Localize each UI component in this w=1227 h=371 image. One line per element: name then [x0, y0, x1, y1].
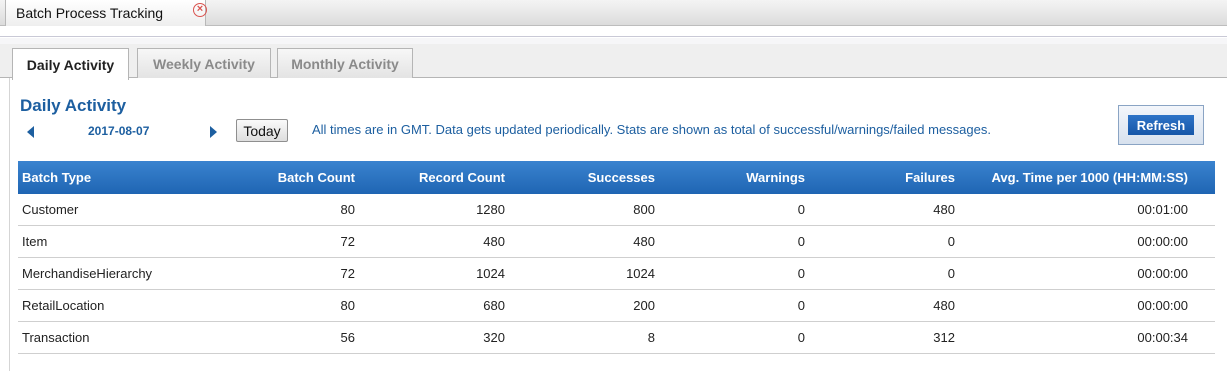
cell-record-count: 680	[483, 298, 505, 313]
current-date: 2017-08-07	[88, 124, 150, 138]
cell-warnings: 0	[797, 298, 805, 313]
column-header-failures[interactable]: Failures	[808, 170, 958, 185]
close-icon[interactable]: ×	[193, 3, 207, 17]
refresh-button-label: Refresh	[1128, 115, 1194, 135]
cell-failures: 0	[947, 266, 955, 281]
cell-successes: 8	[647, 330, 655, 345]
table-row[interactable]: Customer 80 1280 800 0 480 00:01:00	[18, 194, 1215, 226]
cell-avg-time: 00:00:00	[1137, 266, 1188, 281]
cell-avg-time: 00:00:00	[1137, 234, 1188, 249]
cell-warnings: 0	[797, 330, 805, 345]
document-tab-title: Batch Process Tracking	[16, 5, 164, 21]
table-row[interactable]: Item 72 480 480 0 0 00:00:00	[18, 226, 1215, 258]
cell-record-count: 1024	[476, 266, 505, 281]
cell-successes: 200	[633, 298, 655, 313]
cell-failures: 0	[947, 234, 955, 249]
cell-successes: 1024	[626, 266, 655, 281]
cell-warnings: 0	[797, 234, 805, 249]
cell-batch-type: RetailLocation	[22, 298, 105, 313]
previous-date-icon[interactable]	[27, 126, 34, 138]
today-button[interactable]: Today	[236, 119, 288, 142]
column-header-warnings[interactable]: Warnings	[658, 170, 808, 185]
cell-avg-time: 00:01:00	[1137, 202, 1188, 217]
cell-batch-type: Item	[22, 234, 48, 249]
cell-batch-count: 72	[340, 266, 355, 281]
activity-tabs: Daily Activity Weekly Activity Monthly A…	[0, 44, 1227, 80]
column-header-avg-time[interactable]: Avg. Time per 1000 (HH:MM:SS)	[958, 170, 1202, 185]
cell-avg-time: 00:00:34	[1137, 330, 1188, 345]
cell-warnings: 0	[797, 266, 805, 281]
column-header-record-count[interactable]: Record Count	[358, 170, 508, 185]
cell-record-count: 320	[483, 330, 505, 345]
table-header: Batch Type Batch Count Record Count Succ…	[18, 161, 1215, 194]
info-text: All times are in GMT. Data gets updated …	[312, 122, 991, 137]
cell-avg-time: 00:00:00	[1137, 298, 1188, 313]
cell-warnings: 0	[797, 202, 805, 217]
cell-record-count: 1280	[476, 202, 505, 217]
cell-successes: 800	[633, 202, 655, 217]
tab-weekly-activity[interactable]: Weekly Activity	[137, 48, 271, 79]
window-tab-bar: Batch Process Tracking ×	[0, 0, 1227, 26]
tab-daily-activity[interactable]: Daily Activity	[12, 48, 129, 80]
table-row[interactable]: MerchandiseHierarchy 72 1024 1024 0 0 00…	[18, 258, 1215, 290]
cell-failures: 312	[933, 330, 955, 345]
cell-failures: 480	[933, 298, 955, 313]
batch-table: Batch Type Batch Count Record Count Succ…	[18, 161, 1215, 354]
table-row[interactable]: RetailLocation 80 680 200 0 480 00:00:00	[18, 290, 1215, 322]
column-header-batch-count[interactable]: Batch Count	[208, 170, 358, 185]
table-row[interactable]: Transaction 56 320 8 0 312 00:00:34	[18, 322, 1215, 354]
cell-successes: 480	[633, 234, 655, 249]
cell-batch-type: MerchandiseHierarchy	[22, 266, 153, 281]
next-date-icon[interactable]	[210, 126, 217, 138]
refresh-button[interactable]: Refresh	[1118, 105, 1204, 145]
section-title: Daily Activity	[20, 96, 127, 115]
divider	[0, 27, 1227, 37]
document-tab[interactable]: Batch Process Tracking ×	[5, 0, 207, 26]
cell-batch-count: 72	[340, 234, 355, 249]
cell-batch-type: Customer	[22, 202, 79, 217]
cell-batch-count: 80	[340, 202, 355, 217]
cell-batch-type: Transaction	[22, 330, 90, 345]
column-header-successes[interactable]: Successes	[508, 170, 658, 185]
cell-record-count: 480	[483, 234, 505, 249]
cell-batch-count: 80	[340, 298, 355, 313]
cell-failures: 480	[933, 202, 955, 217]
tab-monthly-activity[interactable]: Monthly Activity	[277, 48, 413, 79]
column-header-batch-type[interactable]: Batch Type	[18, 170, 208, 185]
cell-batch-count: 56	[340, 330, 355, 345]
